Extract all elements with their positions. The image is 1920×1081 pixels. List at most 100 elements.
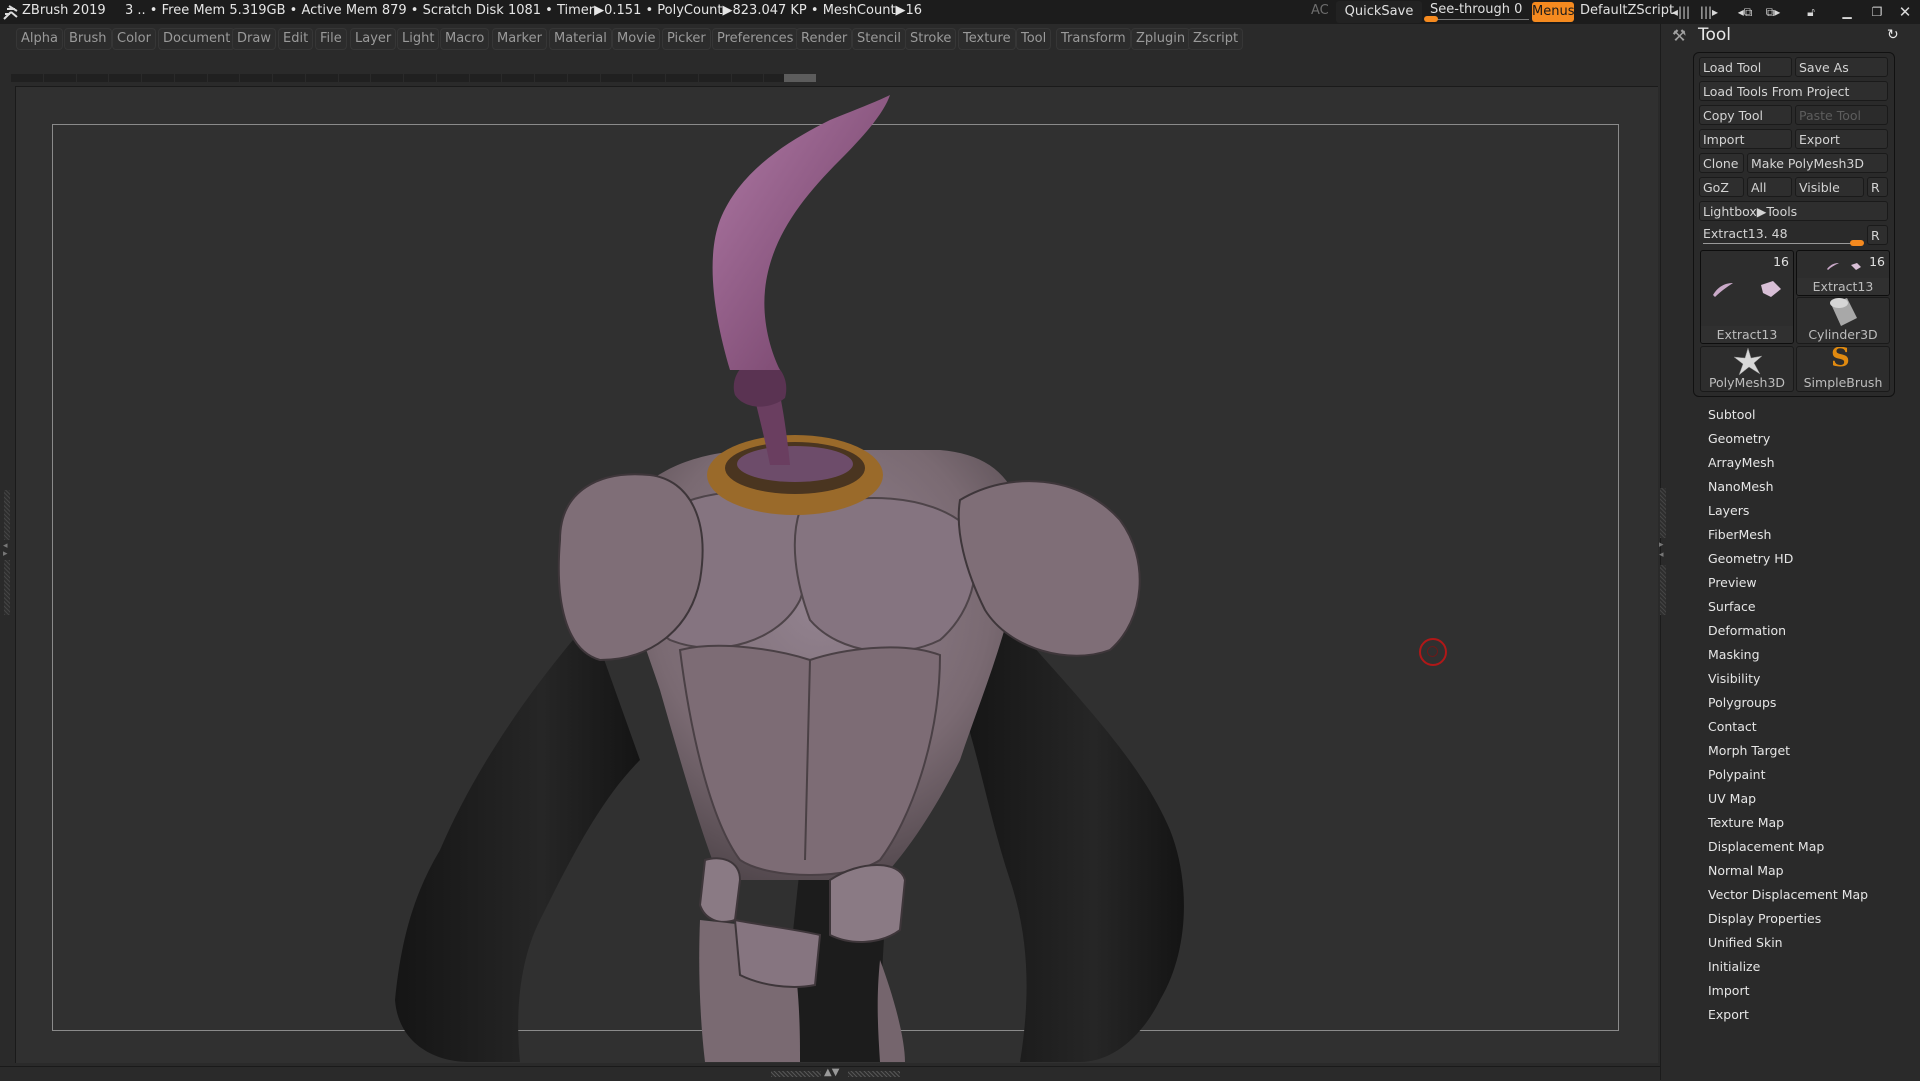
tool-thumb-simplebrush[interactable]: S SimpleBrush: [1796, 346, 1890, 392]
subpalette-uv-map[interactable]: UV Map: [1708, 791, 1756, 806]
right-dock-arrows-icon[interactable]: ▸ ◂: [1659, 540, 1667, 562]
timeline-segment[interactable]: [142, 74, 174, 82]
subpalette-fibermesh[interactable]: FiberMesh: [1708, 527, 1771, 542]
timeline-segment[interactable]: [633, 74, 665, 82]
subpalette-preview[interactable]: Preview: [1708, 575, 1757, 590]
timeline-segment[interactable]: [76, 74, 109, 82]
timeline-segment[interactable]: [273, 74, 305, 82]
timeline-track[interactable]: [11, 74, 796, 82]
current-tool-slider-track[interactable]: [1703, 243, 1851, 244]
timeline-segment[interactable]: [698, 74, 731, 82]
menu-stroke[interactable]: Stroke: [905, 28, 957, 50]
copy-tool-button[interactable]: Copy Tool: [1699, 105, 1792, 125]
left-dock-handle-bottom[interactable]: [4, 560, 10, 615]
goz-button[interactable]: GoZ: [1699, 177, 1744, 197]
timeline-segment[interactable]: [502, 74, 534, 82]
current-tool-slider-thumb[interactable]: [1850, 240, 1864, 246]
make-polymesh3d-button[interactable]: Make PolyMesh3D: [1747, 153, 1888, 173]
menu-zplugin[interactable]: Zplugin: [1131, 28, 1191, 50]
menu-color[interactable]: Color: [112, 28, 156, 50]
quicksave-button[interactable]: QuickSave: [1336, 1, 1422, 23]
timeline-segment[interactable]: [109, 74, 141, 82]
menu-marker[interactable]: Marker: [492, 28, 547, 50]
default-zscript-button[interactable]: DefaultZScript: [1580, 3, 1674, 18]
menu-transform[interactable]: Transform: [1056, 28, 1131, 50]
goz-visible-button[interactable]: Visible: [1795, 177, 1864, 197]
next-layout-icon[interactable]: ⧉▸: [1762, 2, 1784, 22]
menu-stencil[interactable]: Stencil: [852, 28, 906, 50]
menu-edit[interactable]: Edit: [278, 28, 314, 50]
menu-draw[interactable]: Draw: [232, 28, 276, 50]
timeline-segment[interactable]: [305, 74, 338, 82]
3d-model-render[interactable]: [15, 86, 1657, 1062]
subpalette-vector-displacement-map[interactable]: Vector Displacement Map: [1708, 887, 1868, 902]
tool-thumb-extract13-small[interactable]: 16 Extract13: [1796, 250, 1890, 296]
slider-r-button[interactable]: R: [1867, 225, 1888, 245]
menu-layer[interactable]: Layer: [350, 28, 397, 50]
timeline-segment[interactable]: [338, 74, 371, 82]
left-dock-arrows-icon[interactable]: ◂ ▸: [3, 542, 11, 559]
subpalette-geometry[interactable]: Geometry: [1708, 431, 1770, 446]
see-through-track[interactable]: [1429, 19, 1529, 20]
timeline-segment[interactable]: [666, 74, 698, 82]
timeline-segment[interactable]: [436, 74, 469, 82]
prev-layout-icon[interactable]: ◂⧉: [1734, 2, 1756, 22]
tool-thumb-polymesh3d[interactable]: PolyMesh3D: [1700, 346, 1794, 392]
subpalette-masking[interactable]: Masking: [1708, 647, 1760, 662]
timeline-segment[interactable]: [731, 74, 764, 82]
subpalette-export[interactable]: Export: [1708, 1007, 1749, 1022]
menu-alpha[interactable]: Alpha: [16, 28, 63, 50]
unlock-icon[interactable]: 🔓︎: [1800, 2, 1822, 22]
subpalette-layers[interactable]: Layers: [1708, 503, 1749, 518]
tool-thumb-extract13-large[interactable]: 16 Extract13: [1700, 250, 1794, 344]
clone-button[interactable]: Clone: [1699, 153, 1744, 173]
subpalette-texture-map[interactable]: Texture Map: [1708, 815, 1784, 830]
left-dock-handle-top[interactable]: [4, 490, 10, 540]
load-tool-button[interactable]: Load Tool: [1699, 57, 1792, 77]
subpalette-subtool[interactable]: Subtool: [1708, 407, 1755, 422]
right-dock-handle-top[interactable]: [1660, 488, 1666, 538]
menu-document[interactable]: Document: [158, 28, 236, 50]
subpalette-arraymesh[interactable]: ArrayMesh: [1708, 455, 1775, 470]
timeline-segment[interactable]: [11, 74, 43, 82]
import-button[interactable]: Import: [1699, 129, 1792, 149]
subpalette-polypaint[interactable]: Polypaint: [1708, 767, 1766, 782]
menu-render[interactable]: Render: [796, 28, 853, 50]
subpalette-display-properties[interactable]: Display Properties: [1708, 911, 1821, 926]
timeline-segment[interactable]: [207, 74, 240, 82]
subpalette-displacement-map[interactable]: Displacement Map: [1708, 839, 1824, 854]
see-through-thumb[interactable]: [1424, 16, 1438, 22]
menu-preferences[interactable]: Preferences: [712, 28, 799, 50]
timeline-segment[interactable]: [535, 74, 567, 82]
tool-palette-title[interactable]: Tool: [1698, 25, 1731, 45]
load-tools-from-project-button[interactable]: Load Tools From Project: [1699, 81, 1888, 101]
timeline-segment[interactable]: [371, 74, 403, 82]
subpalette-nanomesh[interactable]: NanoMesh: [1708, 479, 1774, 494]
tool-thumb-cylinder3d[interactable]: Cylinder3D: [1796, 297, 1890, 344]
goz-r-button[interactable]: R: [1867, 177, 1888, 197]
menu-texture[interactable]: Texture: [958, 28, 1016, 50]
subpalette-import[interactable]: Import: [1708, 983, 1750, 998]
export-button[interactable]: Export: [1795, 129, 1888, 149]
timeline-segment[interactable]: [240, 74, 272, 82]
timeline-segment[interactable]: [600, 74, 633, 82]
subpalette-geometry-hd[interactable]: Geometry HD: [1708, 551, 1793, 566]
palette-reset-icon[interactable]: ↻: [1887, 27, 1899, 43]
timeline-segment[interactable]: [404, 74, 436, 82]
timeline-segment[interactable]: [567, 74, 600, 82]
timeline-segment[interactable]: [469, 74, 502, 82]
lightbox-tools-button[interactable]: Lightbox▶Tools: [1699, 201, 1888, 221]
menu-zscript[interactable]: Zscript: [1188, 28, 1244, 50]
menu-macro[interactable]: Macro: [440, 28, 490, 50]
menus-button[interactable]: Menus: [1532, 2, 1574, 22]
subpalette-contact[interactable]: Contact: [1708, 719, 1757, 734]
menu-light[interactable]: Light: [397, 28, 440, 50]
save-as-button[interactable]: Save As: [1795, 57, 1888, 77]
bottom-dock-handle-left[interactable]: [771, 1071, 821, 1077]
menu-tool[interactable]: Tool: [1016, 28, 1052, 50]
subpalette-unified-skin[interactable]: Unified Skin: [1708, 935, 1783, 950]
scroll-left-icon[interactable]: ◂|||: [1670, 2, 1692, 22]
minimize-icon[interactable]: ▁: [1836, 2, 1858, 22]
bottom-dock-handle-right[interactable]: [848, 1071, 900, 1077]
timeline-segment[interactable]: [174, 74, 207, 82]
